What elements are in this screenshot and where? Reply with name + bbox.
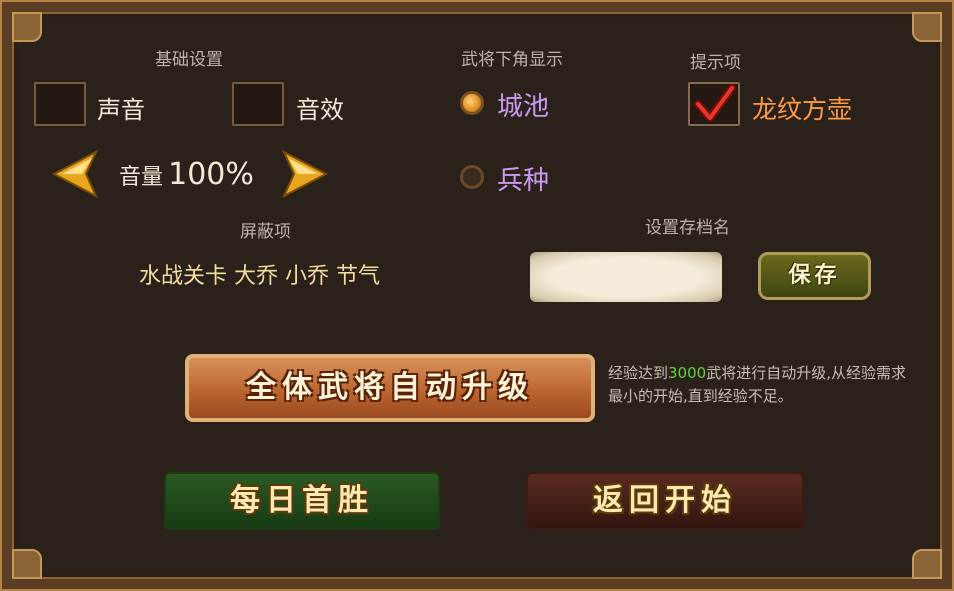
desc-prefix: 经验达到 bbox=[608, 364, 669, 382]
radio-troop-type[interactable] bbox=[460, 165, 484, 189]
auto-upgrade-all-button[interactable]: 全体武将自动升级 bbox=[185, 354, 595, 422]
dragon-pot-label: 龙纹方壶 bbox=[752, 95, 853, 124]
exp-threshold: 3000 bbox=[668, 364, 707, 382]
frame-corner bbox=[12, 12, 42, 42]
shield-header: 屏蔽项 bbox=[240, 222, 291, 242]
frame-corner bbox=[912, 549, 942, 579]
sound-checkbox[interactable] bbox=[34, 82, 86, 126]
back-to-start-button[interactable]: 返回开始 bbox=[526, 472, 804, 530]
radio-city[interactable] bbox=[460, 91, 484, 115]
volume-increase-arrow-icon[interactable] bbox=[282, 150, 328, 198]
daily-first-win-button[interactable]: 每日首胜 bbox=[164, 472, 440, 530]
checkmark-icon bbox=[694, 84, 736, 122]
frame-corner bbox=[12, 549, 42, 579]
save-name-header: 设置存档名 bbox=[645, 218, 730, 238]
volume-readout: 音量 100% bbox=[119, 157, 254, 192]
sfx-checkbox[interactable] bbox=[232, 82, 284, 126]
hints-header: 提示项 bbox=[690, 53, 741, 73]
save-button[interactable]: 保存 bbox=[758, 252, 871, 300]
auto-upgrade-description: 经验达到3000武将进行自动升级,从经验需求最小的开始,直到经验不足。 bbox=[608, 362, 918, 408]
volume-value: 100% bbox=[168, 157, 254, 192]
corner-display-header: 武将下角显示 bbox=[461, 50, 563, 70]
volume-decrease-arrow-icon[interactable] bbox=[52, 150, 98, 198]
frame-corner bbox=[912, 12, 942, 42]
volume-label: 音量 bbox=[119, 165, 164, 190]
radio-city-label: 城池 bbox=[497, 92, 550, 122]
dragon-pot-checkbox[interactable] bbox=[688, 82, 740, 126]
shield-items: 水战关卡 大乔 小乔 节气 bbox=[139, 264, 380, 289]
sound-label: 声音 bbox=[97, 96, 145, 124]
basic-settings-header: 基础设置 bbox=[155, 50, 223, 70]
radio-troop-type-label: 兵种 bbox=[497, 166, 550, 196]
save-name-input[interactable] bbox=[530, 252, 722, 302]
sfx-label: 音效 bbox=[296, 96, 344, 124]
